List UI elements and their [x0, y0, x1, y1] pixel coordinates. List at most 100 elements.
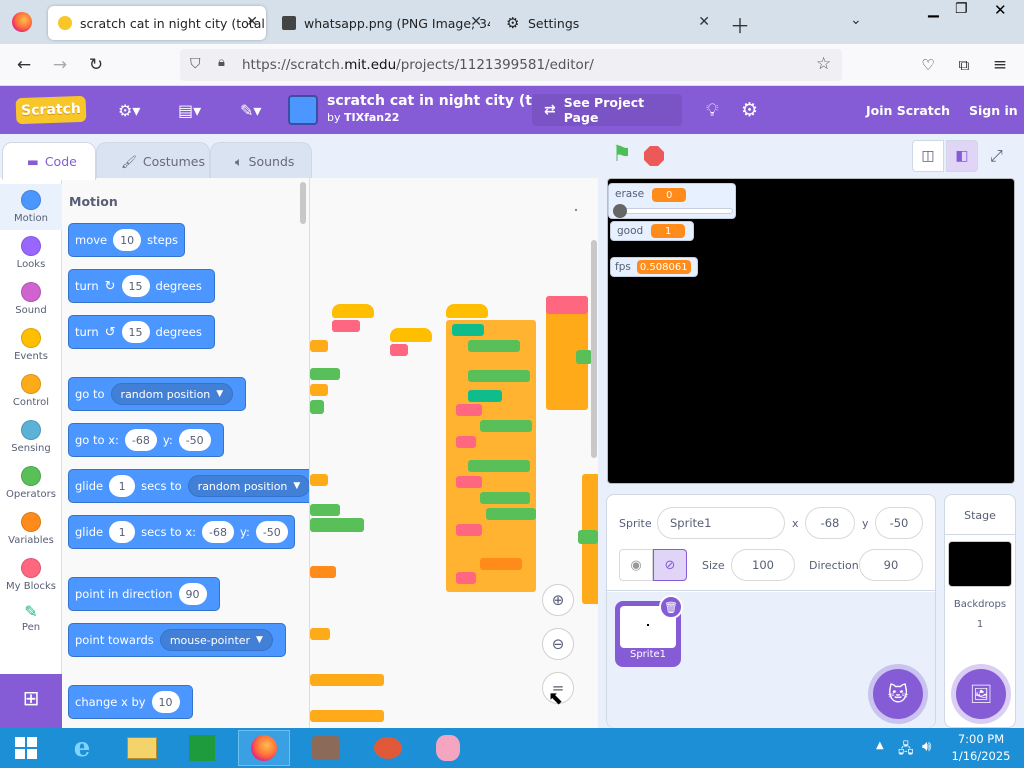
x-position-input[interactable]: -68	[805, 507, 855, 539]
project-author[interactable]: by TIXfan22	[327, 111, 399, 124]
maximize-button[interactable]: ❐	[955, 1, 968, 17]
firefox-menu-icon[interactable]	[12, 12, 32, 32]
app-icon-people[interactable]	[300, 730, 352, 766]
size-input[interactable]: 100	[731, 549, 795, 581]
script-block[interactable]	[310, 566, 336, 578]
tab-costumes[interactable]: 🖌︎ Costumes	[96, 142, 210, 180]
direction-input[interactable]: 90	[178, 583, 207, 605]
y-input[interactable]: -50	[178, 429, 211, 451]
script-body[interactable]	[446, 320, 536, 592]
workspace-scrollbar[interactable]	[591, 240, 597, 458]
project-title[interactable]: scratch cat in night city (t...	[327, 93, 548, 109]
green-flag-icon[interactable]: ⚑	[612, 144, 632, 166]
choose-sprite-button[interactable]: 🐱︎	[873, 669, 923, 719]
block-glide-xy[interactable]: glide 1 secs to x: -68 y: -50	[68, 515, 295, 549]
back-arrow-icon[interactable]: ←	[12, 53, 36, 77]
sprite-name-input[interactable]: Sprite1	[657, 507, 785, 539]
app-icon-piglet[interactable]	[422, 730, 474, 766]
script-block[interactable]	[576, 350, 592, 364]
point-towards-dropdown[interactable]: mouse-pointer ▼	[159, 629, 273, 651]
start-button[interactable]	[0, 730, 52, 766]
settings-gear-icon[interactable]: ⚙▾	[118, 98, 140, 122]
close-tab-icon[interactable]: ✕	[470, 14, 482, 30]
hat-block[interactable]	[390, 328, 432, 342]
script-block[interactable]	[456, 476, 482, 488]
file-menu-icon[interactable]: ▤▾	[178, 98, 201, 122]
hamburger-menu-icon[interactable]: ≡	[988, 53, 1012, 77]
script-block[interactable]	[468, 340, 520, 352]
script-block[interactable]	[486, 508, 536, 520]
script-block[interactable]	[332, 320, 360, 332]
pocket-icon[interactable]: ♡	[916, 53, 940, 77]
code-workspace[interactable]: ⊕ ⊖ =	[310, 178, 598, 728]
script-block[interactable]	[468, 370, 530, 382]
app-icon-fish[interactable]	[362, 730, 414, 766]
minimize-button[interactable]: ▁	[928, 2, 939, 18]
block-move-steps[interactable]: move 10 steps	[68, 223, 185, 257]
erase-slider-handle[interactable]	[613, 204, 627, 218]
script-block[interactable]	[456, 524, 482, 536]
degrees-input[interactable]: 15	[121, 321, 150, 343]
stage-canvas[interactable]: erase 0 good 1 fps 0.508061	[607, 178, 1015, 484]
x-input[interactable]: -68	[202, 521, 234, 543]
block-turn-right[interactable]: turn ↻ 15 degrees	[68, 269, 215, 303]
bookmark-star-icon[interactable]: ☆	[816, 54, 831, 74]
category-variables[interactable]: Variables	[0, 506, 62, 552]
tab-settings[interactable]: ⚙ Settings ✕	[496, 6, 718, 40]
file-explorer-icon[interactable]	[116, 730, 168, 766]
show-hidden-icons[interactable]: ▲	[876, 740, 884, 751]
steps-input[interactable]: 10	[113, 229, 142, 251]
close-tab-icon[interactable]: ✕	[698, 14, 710, 30]
forward-arrow-icon[interactable]: →	[48, 53, 72, 77]
glide-target-dropdown[interactable]: random position ▼	[187, 475, 309, 497]
clock-time[interactable]: 7:00 PM	[950, 732, 1012, 746]
network-icon[interactable]: 🖧︎	[898, 738, 914, 762]
erase-slider[interactable]	[617, 208, 733, 214]
zoom-in-button[interactable]: ⊕	[542, 584, 574, 616]
script-block[interactable]	[310, 504, 340, 516]
zoom-out-button[interactable]: ⊖	[542, 628, 574, 660]
block-go-to[interactable]: go to random position ▼	[68, 377, 247, 411]
hide-sprite-button[interactable]: ⊘	[653, 549, 687, 581]
degrees-input[interactable]: 15	[121, 275, 150, 297]
fullscreen-icon[interactable]: ⤢	[990, 146, 1003, 166]
script-block[interactable]	[452, 324, 484, 336]
debug-gear-icon[interactable]: ⚙	[741, 98, 758, 122]
script-block[interactable]	[310, 628, 330, 640]
secs-input[interactable]: 1	[109, 475, 136, 497]
see-project-page-button[interactable]: ⇄ See Project Page	[532, 94, 682, 126]
category-my-blocks[interactable]: My Blocks	[0, 552, 62, 598]
x-input[interactable]: -68	[124, 429, 157, 451]
script-block[interactable]	[310, 400, 324, 414]
script-block[interactable]	[480, 492, 530, 504]
direction-input[interactable]: 90	[859, 549, 923, 581]
lock-icon[interactable]: 🔒︎	[218, 55, 225, 70]
category-motion[interactable]: Motion	[0, 184, 62, 230]
add-extension-button[interactable]: ⊞	[0, 674, 62, 728]
category-control[interactable]: Control	[0, 368, 62, 414]
script-block[interactable]	[310, 368, 340, 380]
hat-block[interactable]	[446, 304, 488, 318]
y-input[interactable]: -50	[255, 521, 288, 543]
category-operators[interactable]: Operators	[0, 460, 62, 506]
shield-icon[interactable]: ⛉	[190, 56, 201, 72]
list-tabs-icon[interactable]: ⌄	[850, 12, 862, 28]
author-name[interactable]: TIXfan22	[344, 111, 399, 124]
change-x-input[interactable]: 10	[151, 691, 180, 713]
script-block[interactable]	[546, 296, 588, 314]
join-scratch-button[interactable]: Join Scratch	[866, 94, 950, 126]
category-looks[interactable]: Looks	[0, 230, 62, 276]
block-point-towards[interactable]: point towards mouse-pointer ▼	[68, 623, 286, 657]
script-block[interactable]	[468, 460, 530, 472]
script-block[interactable]	[310, 674, 384, 686]
script-block[interactable]	[310, 518, 364, 532]
clock-date[interactable]: 1/16/2025	[950, 749, 1012, 763]
script-block[interactable]	[456, 572, 476, 584]
volume-icon[interactable]: 🔊︎	[922, 737, 931, 755]
tab-scratch-project[interactable]: scratch cat in night city (totally ✕	[48, 6, 266, 40]
lightbulb-icon[interactable]: 💡︎	[706, 98, 719, 122]
script-block[interactable]	[456, 404, 482, 416]
block-change-x[interactable]: change x by 10	[68, 685, 193, 719]
url-bar[interactable]: ⛉ 🔒︎ https://scratch. mit.edu/projects/11…	[180, 49, 842, 81]
secs-input[interactable]: 1	[109, 521, 136, 543]
